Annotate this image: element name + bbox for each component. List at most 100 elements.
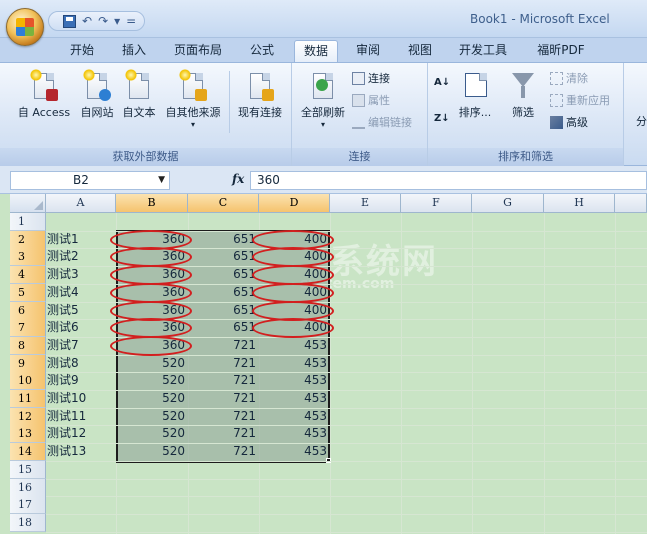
cell-d9[interactable]: 453 (259, 355, 330, 373)
column-header-d[interactable]: D (259, 194, 330, 213)
customize-qat-icon[interactable]: = (126, 14, 136, 28)
row-header[interactable]: 1 (10, 213, 46, 231)
from-web-button[interactable]: 自网站 (78, 69, 116, 120)
cell-a15[interactable] (46, 461, 116, 479)
cell-d15[interactable] (259, 461, 330, 479)
cell-c18[interactable] (188, 514, 259, 532)
cell-d8[interactable]: 453 (259, 337, 330, 355)
advanced-filter-button[interactable]: 高级 (550, 114, 588, 130)
column-header-b[interactable]: B (116, 194, 188, 213)
tab-insert[interactable]: 插入 (114, 40, 154, 62)
existing-connections-button[interactable]: 现有连接 (233, 69, 287, 120)
cell-b17[interactable] (116, 496, 188, 514)
cell-b11[interactable]: 520 (116, 390, 188, 408)
row-header[interactable]: 2 (10, 230, 46, 249)
connections-button[interactable]: 连接 (352, 70, 390, 86)
tab-data[interactable]: 数据 (294, 40, 338, 62)
cell-c17[interactable] (188, 496, 259, 514)
row-header[interactable]: 6 (10, 301, 46, 320)
redo-icon[interactable]: ↷ (98, 14, 108, 28)
row-header[interactable]: 14 (10, 443, 46, 462)
cell-b14[interactable]: 520 (116, 443, 188, 461)
row-header[interactable]: 13 (10, 425, 46, 444)
cell-c13[interactable]: 721 (188, 425, 259, 443)
cell-a8[interactable]: 测试7 (46, 337, 116, 355)
data-tools-button[interactable]: 分 (636, 113, 647, 129)
row-header[interactable]: 18 (10, 513, 46, 532)
cell-a6[interactable]: 测试5 (46, 302, 116, 320)
column-header-partial[interactable] (615, 194, 647, 213)
cell-c4[interactable]: 651 (188, 266, 259, 284)
row-header[interactable]: 12 (10, 407, 46, 426)
cell-a17[interactable] (46, 496, 116, 514)
column-header-c[interactable]: C (188, 194, 259, 213)
tab-developer[interactable]: 开发工具 (452, 40, 514, 62)
cell-c5[interactable]: 651 (188, 284, 259, 302)
cell-a9[interactable]: 测试8 (46, 355, 116, 373)
cell-d10[interactable]: 453 (259, 372, 330, 390)
cell-b12[interactable]: 520 (116, 408, 188, 426)
cell-d18[interactable] (259, 514, 330, 532)
cell-c9[interactable]: 721 (188, 355, 259, 373)
row-header[interactable]: 10 (10, 372, 46, 391)
cell-b1[interactable] (116, 213, 188, 231)
cell-a4[interactable]: 测试3 (46, 266, 116, 284)
cell-d16[interactable] (259, 479, 330, 497)
column-header-f[interactable]: F (401, 194, 472, 213)
reapply-button[interactable]: 重新应用 (550, 92, 610, 108)
cell-c14[interactable]: 721 (188, 443, 259, 461)
cell-a1[interactable] (46, 213, 116, 231)
clear-filter-button[interactable]: 清除 (550, 70, 588, 86)
cell-c8[interactable]: 721 (188, 337, 259, 355)
cell-a16[interactable] (46, 479, 116, 497)
select-all-corner[interactable] (10, 194, 46, 213)
row-header[interactable]: 8 (10, 336, 46, 355)
cell-c1[interactable] (188, 213, 259, 231)
sort-descending-icon[interactable]: Z↓ (434, 113, 450, 124)
cell-b9[interactable]: 520 (116, 355, 188, 373)
worksheet-grid[interactable]: A B C D E F G H 系统网 system.com 1 2 测试1 360 6… (0, 194, 647, 534)
cell-c12[interactable]: 721 (188, 408, 259, 426)
cell-b13[interactable]: 520 (116, 425, 188, 443)
refresh-all-button[interactable]: 全部刷新 ▾ (298, 69, 348, 129)
tab-formulas[interactable]: 公式 (242, 40, 282, 62)
tab-home[interactable]: 开始 (62, 40, 102, 62)
cell-d17[interactable] (259, 496, 330, 514)
from-other-sources-button[interactable]: 自其他来源 ▾ (162, 69, 224, 129)
cell-c15[interactable] (188, 461, 259, 479)
cell-c7[interactable]: 651 (188, 319, 259, 337)
cell-a18[interactable] (46, 514, 116, 532)
tab-page-layout[interactable]: 页面布局 (168, 40, 228, 62)
cell-d12[interactable]: 453 (259, 408, 330, 426)
from-text-button[interactable]: 自文本 (120, 69, 158, 120)
save-icon[interactable] (63, 14, 76, 28)
cell-d11[interactable]: 453 (259, 390, 330, 408)
cell-b16[interactable] (116, 479, 188, 497)
column-header-a[interactable]: A (46, 194, 116, 213)
cell-b10[interactable]: 520 (116, 372, 188, 390)
insert-function-icon[interactable]: fx (232, 172, 244, 186)
print-preview-icon[interactable]: ▾ (114, 14, 120, 28)
row-header[interactable]: 9 (10, 354, 46, 373)
name-box[interactable]: B2 ▼ (10, 171, 170, 190)
tab-foxit-pdf[interactable]: 福昕PDF (528, 40, 594, 62)
properties-button[interactable]: 属性 (352, 92, 390, 108)
cell-a13[interactable]: 测试12 (46, 425, 116, 443)
row-header[interactable]: 11 (10, 390, 46, 408)
cell-c11[interactable]: 721 (188, 390, 259, 408)
row-header[interactable]: 7 (10, 319, 46, 338)
cell-a7[interactable]: 测试6 (46, 319, 116, 337)
cell-a10[interactable]: 测试9 (46, 372, 116, 390)
cell-c6[interactable]: 651 (188, 302, 259, 320)
cell-b15[interactable] (116, 461, 188, 479)
column-header-g[interactable]: G (472, 194, 544, 213)
row-header[interactable]: 3 (10, 248, 46, 267)
cell-a12[interactable]: 测试11 (46, 408, 116, 426)
row-header[interactable]: 5 (10, 283, 46, 302)
cell-c16[interactable] (188, 479, 259, 497)
row-header[interactable]: 16 (10, 478, 46, 497)
cell-a14[interactable]: 测试13 (46, 443, 116, 461)
cell-c10[interactable]: 721 (188, 372, 259, 390)
from-access-button[interactable]: 自 Access (16, 69, 72, 120)
tab-review[interactable]: 审阅 (348, 40, 388, 62)
